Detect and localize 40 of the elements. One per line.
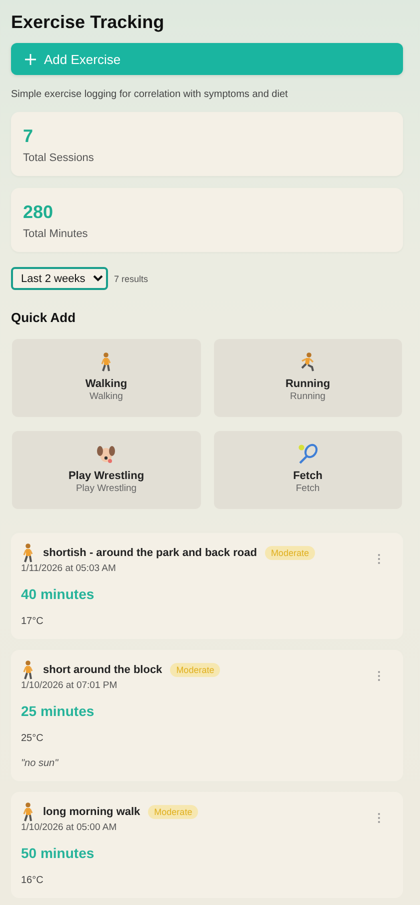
session-note: "no sun" <box>21 758 58 769</box>
walking-person-icon <box>21 660 35 680</box>
more-options-icon[interactable] <box>377 553 381 565</box>
intensity-badge: Moderate <box>170 663 220 677</box>
session-duration: 40 minutes <box>21 585 94 603</box>
session-title: short around the block <box>43 664 162 676</box>
quick-add-tile[interactable]: Fetch Fetch <box>214 431 402 509</box>
tennis-racket-icon <box>296 443 319 465</box>
results-count: 7 results <box>114 274 148 284</box>
stat-label: Total Sessions <box>23 152 94 164</box>
quick-add-tile[interactable]: Play Wrestling Play Wrestling <box>12 431 200 509</box>
intensity-badge: Moderate <box>264 546 315 560</box>
quick-add-tile[interactable]: Running Running <box>214 339 402 417</box>
period-select[interactable]: Last 2 weeks <box>11 267 108 290</box>
stat-label: Total Minutes <box>23 228 88 240</box>
session-datetime: 1/10/2026 at 05:00 AM <box>21 822 118 834</box>
session-title: shortish - around the park and back road <box>43 547 257 559</box>
session-temperature: 16°C <box>21 875 44 886</box>
session-datetime: 1/10/2026 at 07:01 PM <box>21 680 118 692</box>
quick-add-tile[interactable]: Walking Walking <box>12 339 200 417</box>
more-options-icon[interactable] <box>377 670 381 682</box>
page-description: Simple exercise logging for correlation with symptoms and diet <box>11 89 288 100</box>
dog-face-icon <box>96 444 116 464</box>
stat-value: 7 <box>23 126 34 146</box>
plus-icon <box>25 54 36 64</box>
session-duration: 50 minutes <box>21 844 94 862</box>
walking-person-icon <box>21 543 35 563</box>
session-title: long morning walk <box>43 806 140 818</box>
walking-person-icon <box>21 802 35 822</box>
session-temperature: 17°C <box>21 616 44 627</box>
page-title: Exercise Tracking <box>11 11 166 34</box>
session-duration: 25 minutes <box>21 702 94 720</box>
quick-add-heading: Quick Add <box>11 310 77 326</box>
stat-value: 280 <box>23 202 54 222</box>
session-datetime: 1/11/2026 at 05:03 AM <box>21 563 117 575</box>
running-person-icon <box>298 352 317 372</box>
intensity-badge: Moderate <box>148 805 198 819</box>
more-options-icon[interactable] <box>377 812 381 824</box>
walking-person-icon <box>99 352 114 372</box>
session-temperature: 25°C <box>21 733 44 744</box>
